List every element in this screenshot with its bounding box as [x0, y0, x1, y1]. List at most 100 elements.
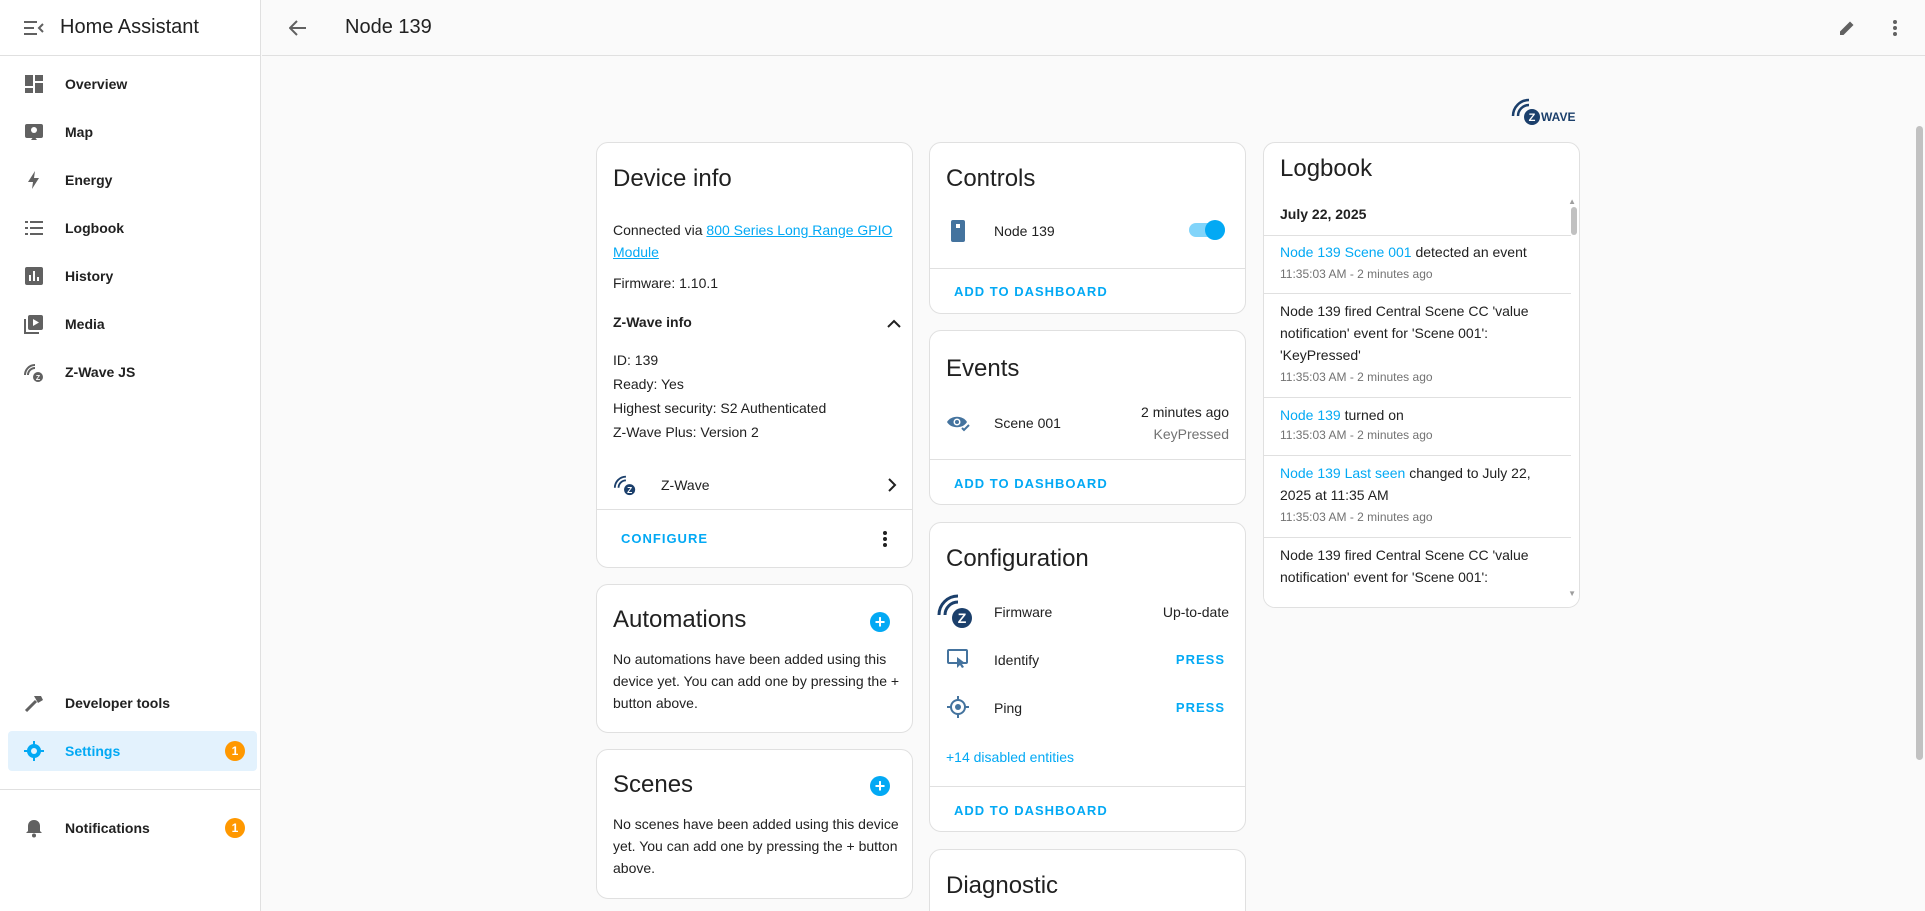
- device-info-footer: CONFIGURE: [597, 509, 912, 567]
- more-vertical-icon[interactable]: [873, 527, 897, 551]
- logbook-divider: [1264, 293, 1571, 294]
- automations-text-line2: device yet. You can add one by pressing …: [613, 673, 900, 689]
- integration-row[interactable]: Z Z-Wave: [597, 461, 912, 509]
- logbook-fade: [1264, 591, 1579, 607]
- configuration-footer: ADD TO DASHBOARD: [930, 786, 1245, 831]
- scenes-title: Scenes: [613, 771, 694, 798]
- crosshairs-icon: [946, 695, 970, 719]
- sidebar-item-label: Media: [65, 316, 105, 332]
- sidebar-divider: [0, 789, 261, 790]
- hammer-icon: [22, 691, 46, 715]
- pencil-icon[interactable]: [1835, 16, 1859, 40]
- sidebar-item-map[interactable]: Map: [8, 112, 257, 152]
- sidebar-item-notifications[interactable]: Notifications 1: [8, 808, 257, 848]
- sidebar-item-media[interactable]: Media: [8, 304, 257, 344]
- event-time: 2 minutes ago: [1141, 404, 1229, 420]
- sidebar-item-label: Map: [65, 124, 93, 140]
- sidebar-item-label: Logbook: [65, 220, 125, 236]
- logbook-time: 11:35:03 AM - 2 minutes ago: [1280, 370, 1433, 384]
- svg-text:WAVE: WAVE: [1541, 110, 1575, 124]
- sidebar-item-overview[interactable]: Overview: [8, 64, 257, 104]
- app-title: Home Assistant: [60, 16, 199, 38]
- node-toggle[interactable]: [1189, 220, 1225, 240]
- scenes-text-line2: yet. You can add one by pressing the + b…: [613, 838, 898, 854]
- sidebar-item-logbook[interactable]: Logbook: [8, 208, 257, 248]
- scenes-text-line1: No scenes have been added using this dev…: [613, 816, 899, 832]
- more-vertical-icon[interactable]: [1883, 16, 1907, 40]
- ping-label: Ping: [994, 700, 1023, 716]
- logbook-entity-link[interactable]: Node 139: [1280, 407, 1341, 423]
- zwave-ready: Ready: Yes: [613, 376, 684, 392]
- configure-button[interactable]: CONFIGURE: [621, 531, 708, 546]
- back-arrow-icon[interactable]: [286, 16, 310, 40]
- add-scene-button[interactable]: +: [870, 776, 890, 796]
- scroll-up-icon[interactable]: ▲: [1568, 197, 1576, 206]
- sidebar-item-developer-tools[interactable]: Developer tools: [8, 683, 257, 723]
- events-add-to-dashboard-button[interactable]: ADD TO DASHBOARD: [954, 476, 1108, 491]
- sidebar-item-label: Developer tools: [65, 695, 171, 711]
- sidebar-item-label: History: [65, 268, 114, 284]
- logbook-divider: [1264, 397, 1571, 398]
- sidebar-item-label: Notifications: [65, 820, 150, 836]
- firmware-label: Firmware: [994, 604, 1053, 620]
- zwave-info-header[interactable]: Z-Wave info: [613, 311, 692, 333]
- lightning-icon: [22, 168, 46, 192]
- logbook-card: Logbook July 22, 2025 Node 139 Scene 001…: [1263, 142, 1580, 608]
- logbook-entry: Node 139 Scene 001 detected an event: [1280, 244, 1527, 260]
- events-footer: ADD TO DASHBOARD: [930, 459, 1245, 504]
- sidebar: Home Assistant Overview Map Energy Logbo…: [0, 0, 261, 911]
- ping-press-button[interactable]: PRESS: [1176, 700, 1225, 715]
- scenes-card: Scenes + No scenes have been added using…: [596, 749, 913, 899]
- logbook-entity-link[interactable]: Node 139 Last seen: [1280, 465, 1405, 481]
- diagnostic-title: Diagnostic: [946, 872, 1059, 899]
- zwave-id: ID: 139: [613, 352, 659, 368]
- configuration-add-to-dashboard-button[interactable]: ADD TO DASHBOARD: [954, 803, 1108, 818]
- logbook-entry-line2: 2025 at 11:35 AM: [1280, 487, 1389, 503]
- connected-prefix: Connected via: [613, 222, 707, 238]
- menu-collapse-icon[interactable]: [22, 16, 46, 40]
- automations-card: Automations + No automations have been a…: [596, 584, 913, 733]
- identify-press-button[interactable]: PRESS: [1176, 652, 1225, 667]
- firmware-state: Up-to-date: [1162, 604, 1229, 620]
- sidebar-item-energy[interactable]: Energy: [8, 160, 257, 200]
- logbook-entry-line2: notification' event for 'Scene 001':: [1280, 569, 1489, 585]
- dashboard-icon: [22, 72, 46, 96]
- logbook-entity-link[interactable]: Node 139 Scene 001: [1280, 244, 1412, 260]
- gear-icon: [22, 739, 46, 763]
- sidebar-item-zwave-js[interactable]: Z Z-Wave JS: [8, 352, 257, 392]
- logbook-divider: [1264, 235, 1571, 236]
- zwave-firmware-icon: Z: [936, 591, 976, 631]
- logbook-entry-line2: notification' event for 'Scene 001':: [1280, 325, 1489, 341]
- zwave-security: Highest security: S2 Authenticated: [613, 400, 827, 416]
- events-card: Events Scene 001 2 minutes ago KeyPresse…: [929, 330, 1246, 505]
- scroll-down-icon[interactable]: ▼: [1568, 589, 1576, 598]
- sidebar-item-label: Overview: [65, 76, 128, 92]
- eye-check-icon: [946, 411, 970, 435]
- logbook-divider: [1264, 455, 1571, 456]
- disabled-entities-link[interactable]: +14 disabled entities: [946, 746, 1074, 768]
- scrollbar-thumb[interactable]: [1916, 126, 1923, 760]
- controls-add-to-dashboard-button[interactable]: ADD TO DASHBOARD: [954, 284, 1108, 299]
- svg-text:Z: Z: [958, 610, 967, 626]
- logbook-divider: [1264, 537, 1571, 538]
- scenes-text-line3: above.: [613, 860, 656, 876]
- sidebar-item-settings[interactable]: Settings 1: [8, 731, 257, 771]
- sidebar-item-label: Energy: [65, 172, 113, 188]
- sidebar-item-label: Settings: [65, 743, 121, 759]
- page-scrollbar[interactable]: [1913, 56, 1925, 911]
- media-icon: [22, 312, 46, 336]
- zwave-icon: Z: [613, 473, 637, 497]
- chevron-up-icon[interactable]: [882, 312, 906, 336]
- automations-text-line3: button above.: [613, 695, 698, 711]
- sidebar-header: Home Assistant: [0, 0, 260, 56]
- sidebar-item-history[interactable]: History: [8, 256, 257, 296]
- zwave-logo: Z WAVE: [1511, 96, 1583, 126]
- events-title: Events: [946, 355, 1020, 382]
- logbook-scrollbar-thumb[interactable]: [1571, 207, 1577, 235]
- firmware-version: Firmware: 1.10.1: [613, 275, 719, 291]
- list-icon: [22, 216, 46, 240]
- chevron-right-icon: [880, 473, 904, 497]
- chart-icon: [22, 264, 46, 288]
- add-automation-button[interactable]: +: [870, 612, 890, 632]
- automations-title: Automations: [613, 606, 747, 633]
